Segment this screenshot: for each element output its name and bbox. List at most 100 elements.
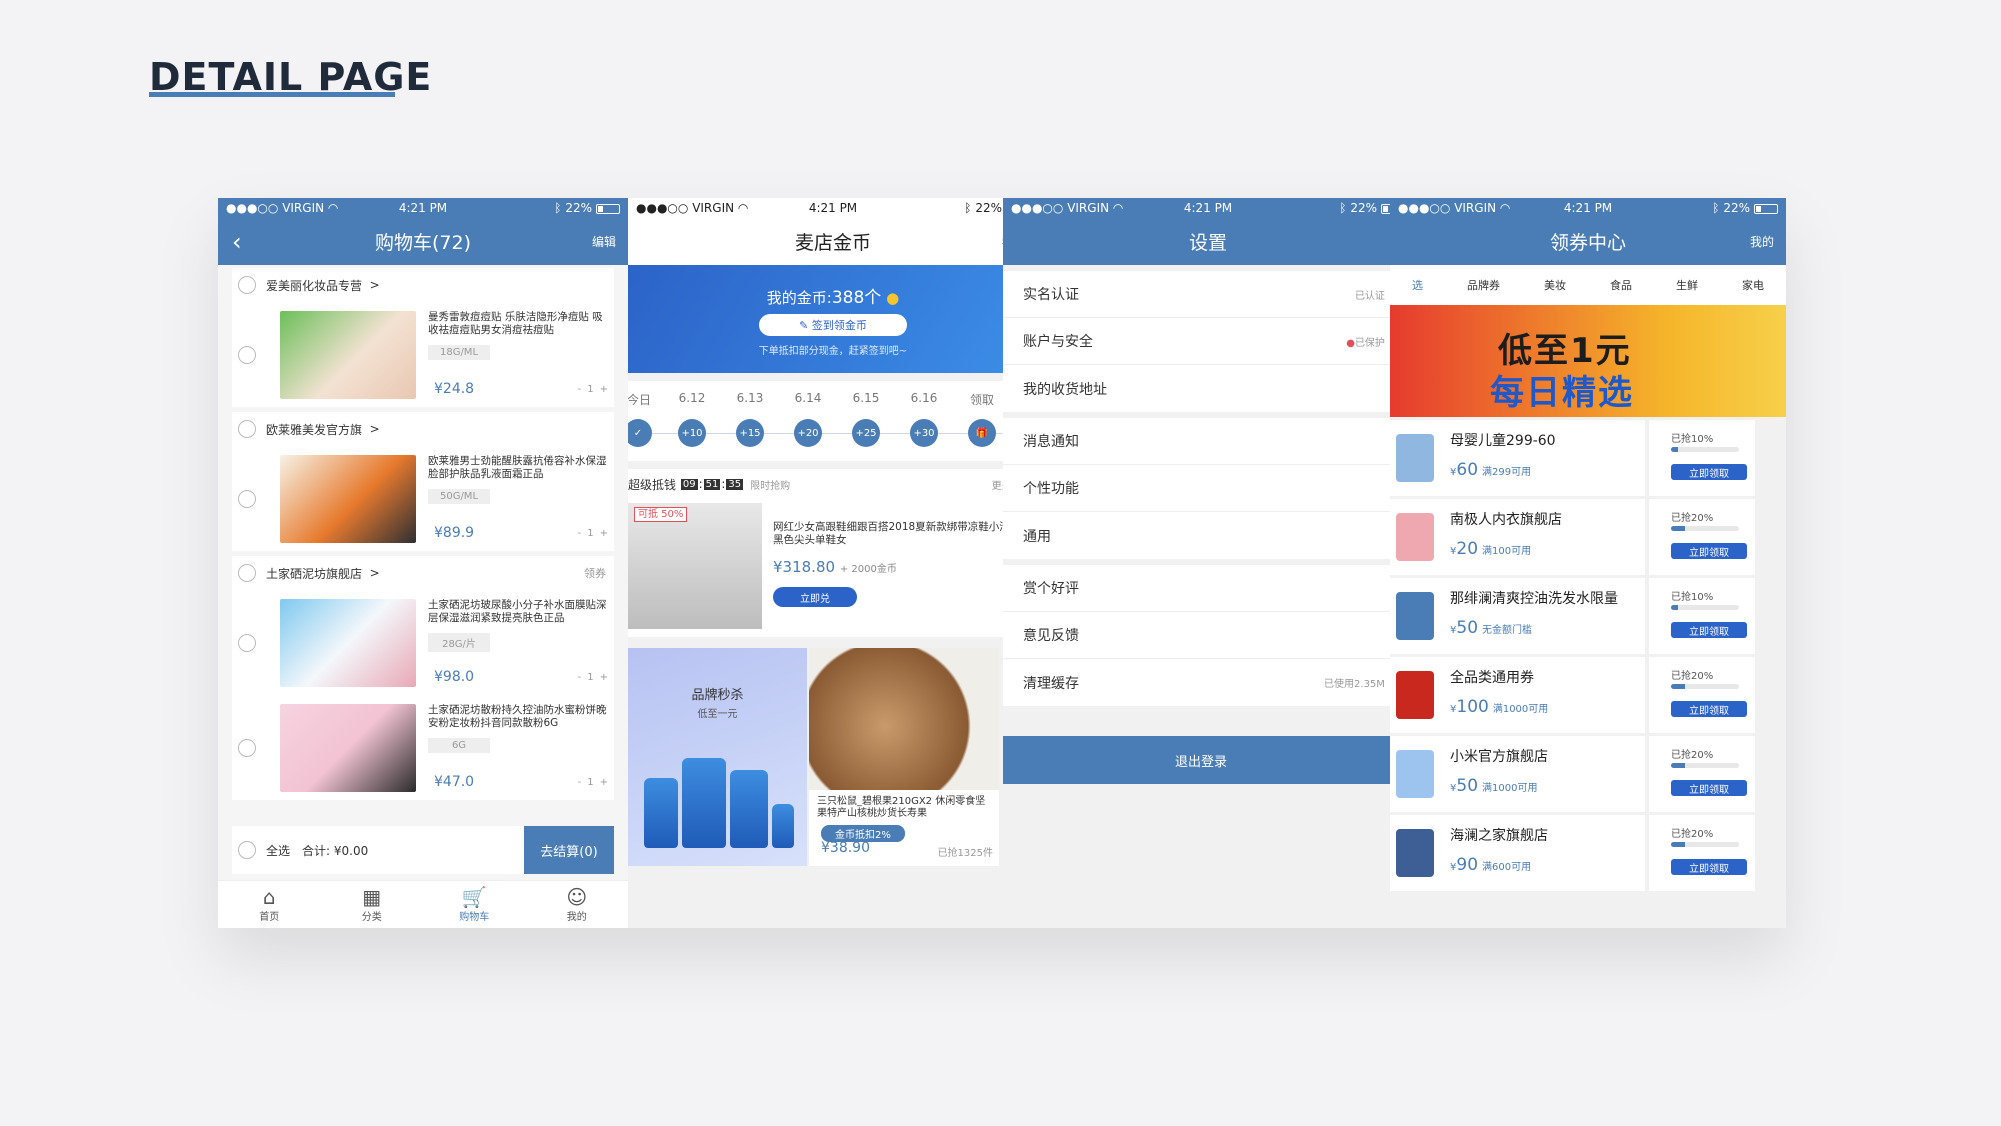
- promo-banner[interactable]: 低至1元 每日精选: [1390, 305, 1786, 417]
- shop-checkbox[interactable]: [238, 420, 256, 438]
- back-icon[interactable]: ‹: [232, 228, 242, 256]
- item-checkbox[interactable]: [238, 738, 256, 757]
- claimed-percent: 已抢20%: [1671, 750, 1714, 761]
- product-name[interactable]: 土家硒泥坊玻尿酸小分子补水面膜贴深层保湿滋润紧致提亮肤色正品: [428, 599, 608, 625]
- shop-checkbox[interactable]: [238, 564, 256, 582]
- settings-row-rate[interactable]: 赏个好评>: [1003, 565, 1413, 612]
- tab-label: 首页: [259, 912, 280, 923]
- tab-profile[interactable]: ☺ 我的: [526, 881, 629, 928]
- select-all-checkbox[interactable]: [238, 841, 256, 859]
- user-icon: ☺: [566, 885, 588, 909]
- coupon-name[interactable]: 南极人内衣旗舰店: [1450, 509, 1562, 529]
- settings-row-personal[interactable]: 个性功能>: [1003, 465, 1413, 512]
- plus-button[interactable]: +: [600, 672, 608, 683]
- quantity-value[interactable]: 1: [587, 777, 593, 788]
- product-spec[interactable]: 28G/片: [428, 632, 490, 652]
- settings-row-verify[interactable]: 实名认证已认证>: [1003, 271, 1413, 318]
- product-price: ¥318.80: [773, 558, 836, 576]
- tab-fresh[interactable]: 生鲜: [1676, 277, 1698, 293]
- plus-button[interactable]: +: [600, 528, 608, 539]
- promo-title: 品牌秒杀: [691, 688, 744, 703]
- claim-button[interactable]: 立即领取: [1671, 701, 1747, 717]
- redeem-button[interactable]: 立即兑: [773, 587, 857, 607]
- minus-button[interactable]: -: [578, 672, 582, 683]
- tab-brand[interactable]: 品牌券: [1467, 277, 1500, 293]
- claim-button[interactable]: 立即领取: [1671, 859, 1747, 875]
- gift-icon[interactable]: 🎁: [968, 419, 996, 447]
- claim-button[interactable]: 立即领取: [1671, 543, 1747, 559]
- product-name[interactable]: 土家硒泥坊散粉持久控油防水蜜粉饼晚安粉定妆粉抖音同款散粉6G: [428, 704, 608, 730]
- tab-home[interactable]: ⌂ 首页: [218, 881, 321, 928]
- detergent-image: [644, 758, 794, 848]
- flash-title: 超级抵钱: [628, 477, 677, 492]
- edit-button[interactable]: 编辑: [592, 233, 616, 250]
- item-checkbox[interactable]: [238, 633, 256, 652]
- coupon-name[interactable]: 海澜之家旗舰店: [1450, 825, 1548, 845]
- day-bonus[interactable]: +25: [852, 419, 880, 447]
- tab-appliance[interactable]: 家电: [1742, 277, 1764, 293]
- tab-beauty[interactable]: 美妆: [1544, 277, 1566, 293]
- sign-in-button[interactable]: ✎ 签到领金币: [759, 314, 907, 336]
- mine-link[interactable]: 我的: [1750, 233, 1774, 250]
- item-checkbox[interactable]: [238, 345, 256, 364]
- logout-button[interactable]: 退出登录: [1003, 736, 1399, 784]
- product-image[interactable]: [280, 310, 416, 399]
- plus-button[interactable]: +: [600, 384, 608, 395]
- settings-row-feedback[interactable]: 意见反馈>: [1003, 612, 1413, 659]
- product-image[interactable]: [280, 454, 416, 543]
- product-image[interactable]: 可抵 50%: [628, 503, 762, 629]
- tab-featured[interactable]: 选: [1412, 277, 1423, 293]
- product-name[interactable]: 欧莱雅男士劲能醒肤露抗倦容补水保湿脸部护肤品乳液面霜正品: [428, 455, 608, 481]
- settings-row-general[interactable]: 通用>: [1003, 512, 1413, 559]
- shop-checkbox[interactable]: [238, 276, 256, 294]
- minus-button[interactable]: -: [578, 384, 582, 395]
- claim-button[interactable]: 立即领取: [1671, 464, 1747, 480]
- shop-name[interactable]: 爱美丽化妆品专营: [266, 277, 362, 294]
- settings-row-security[interactable]: 账户与安全●已保护>: [1003, 318, 1413, 365]
- tab-category[interactable]: ▦ 分类: [321, 881, 424, 928]
- product-spec[interactable]: 6G: [428, 737, 490, 753]
- quantity-value[interactable]: 1: [587, 384, 593, 395]
- quantity-value[interactable]: 1: [587, 672, 593, 683]
- coupon-name[interactable]: 那绯澜清爽控油洗发水限量: [1450, 588, 1618, 608]
- day-bonus[interactable]: +20: [794, 419, 822, 447]
- plus-button[interactable]: +: [600, 777, 608, 788]
- tab-cart[interactable]: 🛒 购物车: [423, 881, 526, 928]
- product-spec[interactable]: 18G/ML: [428, 344, 490, 360]
- shop-group: 欧莱雅美发官方旗 > 欧莱雅男士劲能醒肤露抗倦容补水保湿脸部护肤品乳液面霜正品 …: [232, 412, 614, 551]
- nuts-product-card[interactable]: 三只松鼠_碧根果210GX2 休闲零食坚果特产山核桃炒货长寿果 金币抵扣2% ¥…: [809, 648, 999, 866]
- quantity-stepper: -1 +: [578, 384, 608, 395]
- quantity-value[interactable]: 1: [587, 528, 593, 539]
- shield-icon: ●: [1346, 337, 1355, 349]
- settings-row-cache[interactable]: 清理缓存已使用2.35M>: [1003, 659, 1413, 706]
- settings-row-notifications[interactable]: 消息通知>: [1003, 418, 1413, 465]
- select-all-label[interactable]: 全选: [266, 842, 290, 859]
- checkout-button[interactable]: 去结算(0): [524, 826, 614, 874]
- tab-food[interactable]: 食品: [1610, 277, 1632, 293]
- shop-name[interactable]: 土家硒泥坊旗舰店: [266, 565, 362, 582]
- day-bonus[interactable]: +30: [910, 419, 938, 447]
- coupon-name[interactable]: 全品类通用券: [1450, 667, 1534, 687]
- product-name[interactable]: 网红少女高跟鞋细跟百搭2018夏新款绑带凉鞋小清新黑色尖头单鞋女: [773, 521, 1024, 547]
- item-checkbox[interactable]: [238, 489, 256, 508]
- shop-name[interactable]: 欧莱雅美发官方旗: [266, 421, 362, 438]
- day-check-icon[interactable]: ✓: [628, 419, 652, 447]
- settings-row-address[interactable]: 我的收货地址>: [1003, 365, 1413, 412]
- chevron-right-icon: >: [369, 422, 380, 436]
- product-image[interactable]: [280, 703, 416, 792]
- claim-button[interactable]: 立即领取: [1671, 780, 1747, 796]
- day-bonus[interactable]: +15: [736, 419, 764, 447]
- product-name[interactable]: 曼秀雷敦痘痘贴 乐肤洁隐形净痘贴 吸收祛痘痘贴男女消痘祛痘贴: [428, 311, 608, 337]
- product-image[interactable]: [280, 598, 416, 687]
- product-spec[interactable]: 50G/ML: [428, 488, 490, 504]
- claim-button[interactable]: 立即领取: [1671, 622, 1747, 638]
- coupon-name[interactable]: 小米官方旗舰店: [1450, 746, 1548, 766]
- coupon-name[interactable]: 母婴儿童299-60: [1450, 430, 1556, 450]
- minus-button[interactable]: -: [578, 528, 582, 539]
- day-bonus[interactable]: +10: [678, 419, 706, 447]
- brand-flash-card[interactable]: 品牌秒杀 低至一元: [628, 648, 807, 866]
- nav-title: 领券中心: [1549, 232, 1626, 254]
- claim-coupon-link[interactable]: 领券: [584, 565, 606, 581]
- minus-button[interactable]: -: [578, 777, 582, 788]
- chevron-right-icon: >: [369, 278, 380, 292]
